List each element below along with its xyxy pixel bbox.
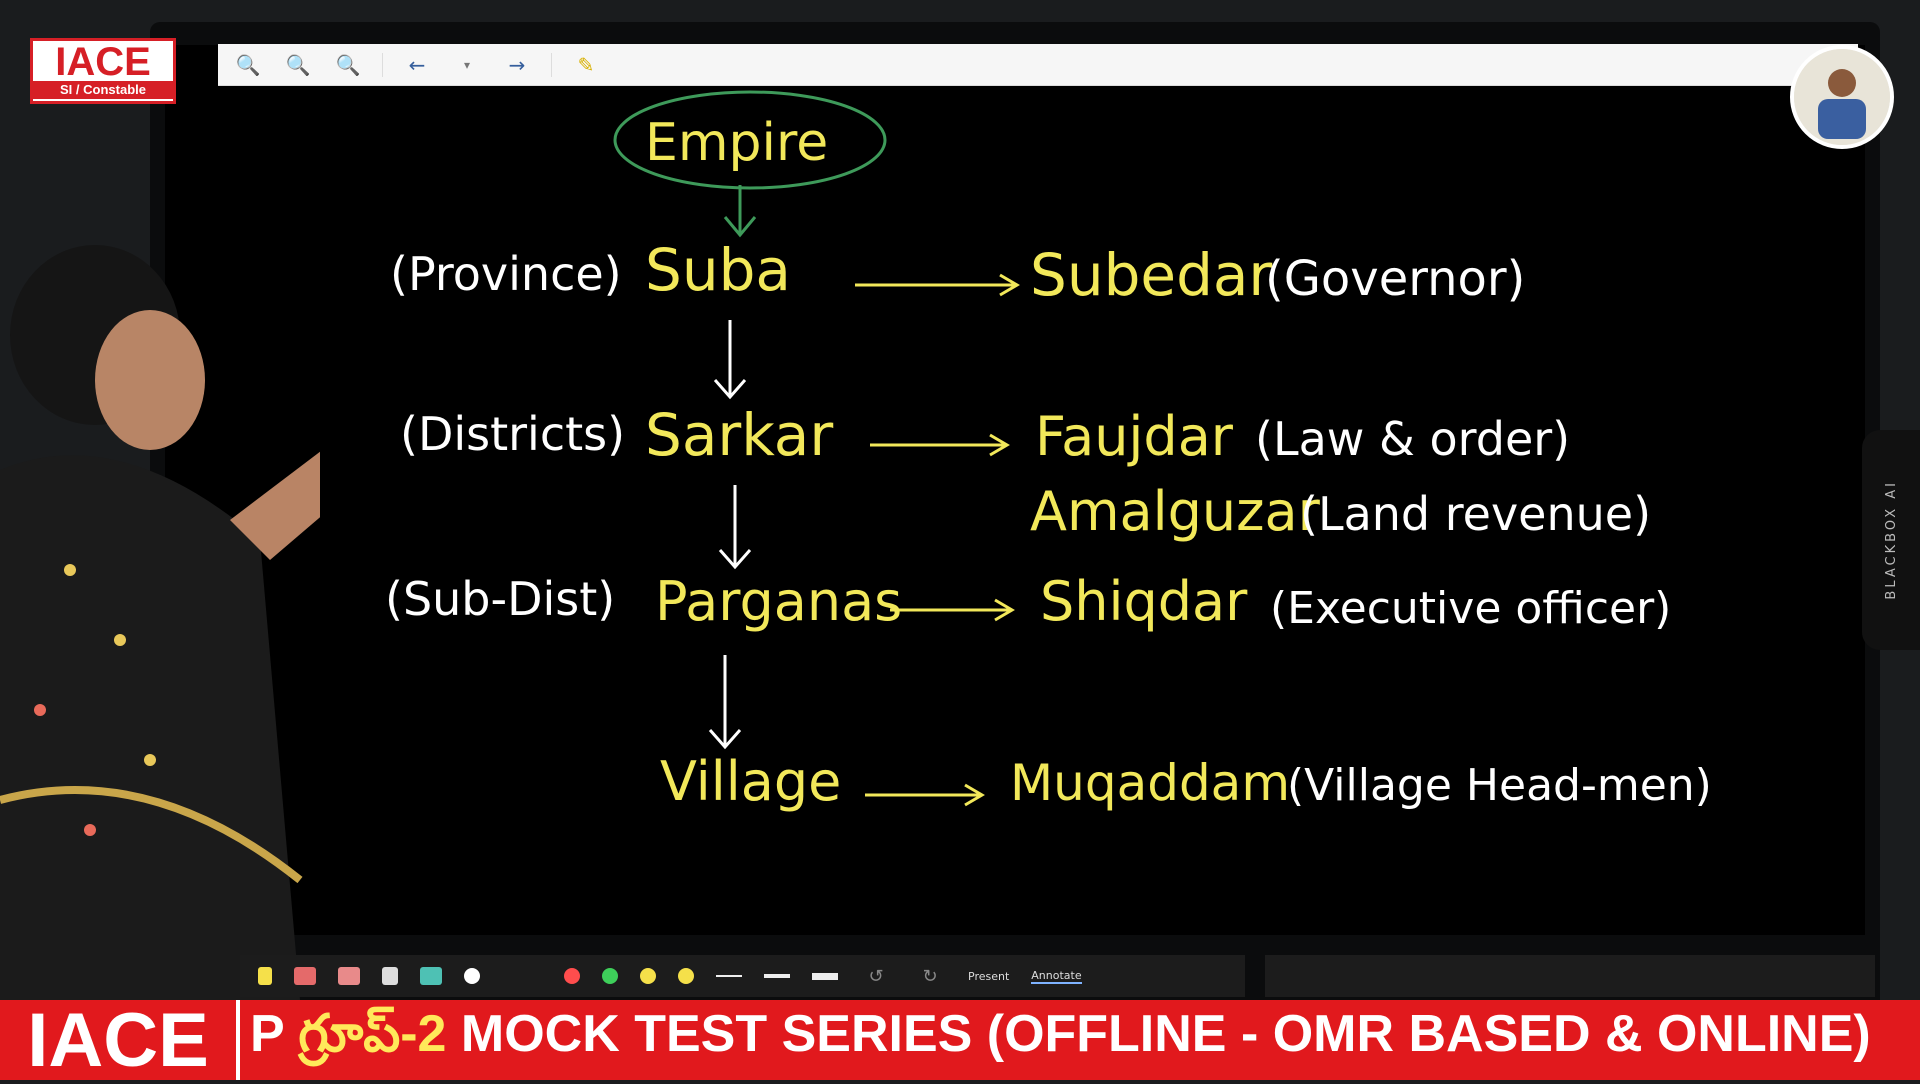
presenter-silhouette [0, 245, 545, 1000]
village-label: Village [660, 750, 841, 813]
redo-icon[interactable]: ↻ [914, 960, 946, 992]
color-yellow-dot-2[interactable] [678, 968, 694, 984]
color-red-dot[interactable] [564, 968, 580, 984]
parganas-label: Parganas [655, 570, 902, 633]
presenter-figure [0, 240, 545, 1000]
color-yellow-dot[interactable] [640, 968, 656, 984]
stroke-thick[interactable] [812, 972, 838, 980]
empire-label: Empire [645, 113, 828, 173]
undo-icon[interactable]: ↺ [860, 960, 892, 992]
law-order-label: (Law & order) [1255, 412, 1570, 466]
suba-label: Suba [645, 236, 791, 304]
annotate-mode[interactable]: Annotate [1031, 969, 1082, 984]
zoom-out-icon[interactable]: 🔍 [282, 49, 314, 81]
sarkar-label: Sarkar [645, 401, 833, 469]
parganas-arrow [890, 598, 1015, 622]
muqaddam-label: Muqaddam [1010, 754, 1290, 812]
annotation-toolbar: ↺ ↻ Present Annotate [240, 955, 1245, 997]
highlighter-tool-icon[interactable] [258, 967, 272, 985]
toolbar-top: 🔍 🔍 🔍 ← ▾ → ✎ [218, 44, 1858, 86]
subedar-label: Subedar [1030, 241, 1272, 309]
shiqdar-label: Shiqdar [1040, 570, 1248, 633]
blackboard-canvas[interactable]: Empire (Province) Suba Subedar (Governor… [165, 45, 1865, 935]
toolbar-divider [382, 52, 383, 77]
back-arrow-icon[interactable]: ← [401, 49, 433, 81]
parganas-down-arrow [708, 655, 742, 750]
districts-label: (Districts) [400, 407, 625, 461]
forward-arrow-icon[interactable]: → [501, 49, 533, 81]
handwriting-layer: Empire (Province) Suba Subedar (Governor… [385, 90, 1712, 813]
eraser-red-icon[interactable] [294, 967, 316, 985]
color-green-dot[interactable] [602, 968, 618, 984]
stroke-medium[interactable] [764, 974, 790, 978]
eraser-pink-icon[interactable] [338, 967, 360, 985]
color-white-dot[interactable] [464, 968, 480, 984]
land-revenue-label: (Land revenue) [1300, 487, 1651, 541]
presenter-avatar [1790, 45, 1894, 149]
sarkar-arrow [870, 433, 1010, 457]
pen-icon[interactable]: ✎ [570, 49, 602, 81]
blackbox-ai-tab[interactable]: BLACKBOX AI [1862, 430, 1920, 650]
page-select-icon[interactable]: ▾ [451, 49, 483, 81]
zoom-fit-icon[interactable]: 🔍 [232, 49, 264, 81]
suba-arrow [855, 273, 1020, 297]
toolbar-bottom-right [1265, 955, 1875, 997]
province-label: (Province) [390, 247, 622, 301]
blackbox-ai-label: BLACKBOX AI [1883, 480, 1899, 600]
village-headmen-label: (Village Head-men) [1287, 760, 1712, 811]
village-arrow [865, 783, 985, 807]
zoom-in-icon[interactable]: 🔍 [332, 49, 364, 81]
amalguzar-label: Amalguzar [1030, 480, 1321, 543]
sarkar-down-arrow [718, 485, 752, 570]
screen-capture-icon[interactable] [420, 967, 442, 985]
present-mode[interactable]: Present [968, 970, 1009, 983]
logo-title: IACE [55, 40, 151, 84]
iace-logo: IACE SI / Constable [30, 38, 176, 104]
banner-main-text: MOCK TEST SERIES (OFFLINE - OMR BASED & … [446, 1004, 1871, 1063]
faujdar-label: Faujdar [1035, 405, 1234, 468]
presenter-avatar-icon [1794, 49, 1890, 145]
suba-down-arrow [713, 320, 747, 400]
executive-officer-label: (Executive officer) [1270, 583, 1671, 634]
banner-text: P గ్రూప్-2 MOCK TEST SERIES (OFFLINE - O… [250, 1004, 1871, 1077]
logo-subtitle: SI / Constable [33, 81, 173, 99]
bottom-banner: IACE P గ్రూప్-2 MOCK TEST SERIES (OFFLIN… [0, 998, 1920, 1083]
empire-arrow [723, 185, 757, 238]
governor-label: (Governor) [1265, 251, 1525, 307]
sub-dist-label: (Sub-Dist) [385, 572, 615, 626]
clear-bin-icon[interactable] [382, 967, 398, 985]
banner-prefix: P [250, 1004, 299, 1063]
toolbar-divider [551, 52, 552, 77]
banner-telugu: గ్రూప్-2 [298, 1004, 447, 1063]
banner-logo: IACE [0, 998, 240, 1083]
stroke-thin[interactable] [716, 975, 742, 977]
